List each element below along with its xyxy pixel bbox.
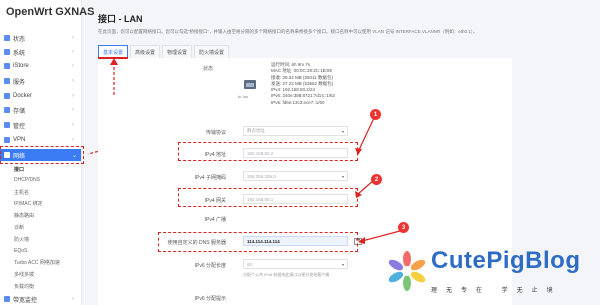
sidebar-subitem-dhcp-dns[interactable]: DHCP/DNS	[14, 177, 40, 183]
protocol-select[interactable]: 静态地址 ▾	[243, 126, 348, 136]
annotation-arrow-tab	[110, 58, 118, 95]
sidebar-subitem-load-balance[interactable]: 负载均衡	[14, 283, 34, 290]
sidebar-subitem-turbo-acc[interactable]: Turbo ACC 网络加速	[14, 259, 60, 266]
ipv6-hint-label: IPv6 分配提示	[194, 296, 226, 302]
ipv6-assign-select[interactable]: 60 ▾	[243, 259, 348, 269]
network-port-icon	[244, 80, 256, 89]
chevron-right-icon: ›	[72, 296, 74, 302]
sidebar-item-system[interactable]: 系统 ›	[4, 46, 78, 58]
annotation-badge-1: 1	[370, 109, 381, 120]
storage-icon	[4, 107, 10, 113]
sidebar-item-storage[interactable]: 存储 ›	[4, 104, 78, 116]
annotation-box-network	[0, 146, 84, 164]
ipv4-broadcast-label: IPv4 广播	[204, 217, 226, 223]
sidebar-subitem-multiwan[interactable]: 多线多拨	[14, 271, 34, 278]
brand-title: OpenWrt GXNAS	[6, 6, 95, 18]
watermark: CutePigBlog 理无专在 学无止境	[381, 241, 600, 305]
gear-icon	[4, 49, 10, 55]
sidebar-item-vpn[interactable]: VPN ›	[4, 134, 78, 146]
status-icon	[4, 35, 10, 41]
chevron-down-icon: ▾	[341, 128, 344, 134]
status-label: 状态	[203, 66, 214, 72]
sidebar-item-status[interactable]: 状态 ›	[4, 32, 78, 44]
chevron-right-icon: ›	[72, 107, 74, 113]
sidebar-subitem-diagnostics[interactable]: 诊断	[14, 224, 24, 231]
page: OpenWrt GXNAS 状态 › 系统 › iStore › 服务 › Docker…	[0, 0, 600, 305]
chevron-right-icon: ›	[72, 93, 74, 99]
status-interface-name: br-lan	[238, 94, 249, 99]
watermark-title: CutePigBlog	[431, 247, 581, 274]
sidebar-subitem-ip-mac-binding[interactable]: IP/MAC 绑定	[14, 200, 43, 207]
chevron-right-icon: ›	[72, 63, 74, 69]
sidebar-subitem-hostnames[interactable]: 主机名	[14, 189, 29, 196]
chevron-right-icon: ›	[72, 137, 74, 143]
annotation-box-ipv4-address	[178, 142, 358, 161]
ipv6-assign-label: IPv6 分配长度	[194, 263, 226, 269]
sidebar-subitem-firewall[interactable]: 防火墙	[14, 236, 29, 243]
ipv4-netmask-select[interactable]: 255.255.255.0 ▾	[243, 171, 348, 181]
ipv4-netmask-label: IPv4 子网掩码	[194, 175, 226, 181]
annotation-box-ipv4-gateway	[178, 188, 358, 207]
sidebar-subitem-interfaces[interactable]: 接口	[14, 166, 24, 173]
ipv6-assign-hint: 分配个公共 IPv6 前缀给此接口以便分发给客户端	[243, 272, 330, 277]
protocol-label: 传输协议	[205, 130, 226, 136]
page-title: 接口 - LAN	[98, 14, 143, 24]
chevron-right-icon: ›	[72, 49, 74, 55]
docker-icon	[4, 93, 10, 99]
annotation-badge-2: 2	[371, 174, 382, 185]
services-icon	[4, 78, 10, 84]
sidebar-item-istore[interactable]: iStore ›	[4, 60, 78, 72]
bandwidth-icon	[4, 296, 10, 302]
page-description: 在此页面，您可以配置网络接口。您可以勾选“桥接接口”，并输入由空格分隔的多个网络…	[98, 29, 478, 34]
chevron-right-icon: ›	[72, 35, 74, 41]
annotation-badge-3: 3	[398, 222, 409, 233]
sidebar-subitem-static-routes[interactable]: 静态路由	[14, 212, 34, 219]
sidebar-item-services[interactable]: 服务 ›	[4, 75, 78, 87]
sidebar-item-control[interactable]: 管控 ›	[4, 119, 78, 131]
chevron-down-icon: ▾	[341, 261, 344, 267]
chevron-right-icon: ›	[72, 122, 74, 128]
chevron-down-icon: ▾	[341, 173, 344, 179]
sidebar-subitem-eqos[interactable]: EQoS	[14, 248, 27, 254]
status-details: 运行时间: 6h 9m 7s MAC 地址: 00:0C:29:2C:1B:89…	[271, 62, 336, 105]
pig-logo-icon	[388, 251, 426, 291]
control-icon	[4, 122, 10, 128]
annotation-box-dns	[158, 232, 358, 252]
store-icon	[4, 63, 10, 69]
vpn-icon	[4, 137, 10, 143]
chevron-right-icon: ›	[72, 78, 74, 84]
annotation-underline-tab	[98, 57, 128, 59]
sidebar-item-docker[interactable]: Docker ›	[4, 90, 78, 102]
sidebar-item-bandwidth[interactable]: 带宽监控 ›	[4, 293, 78, 305]
watermark-subtitle: 理无专在 学无止境	[431, 288, 562, 294]
